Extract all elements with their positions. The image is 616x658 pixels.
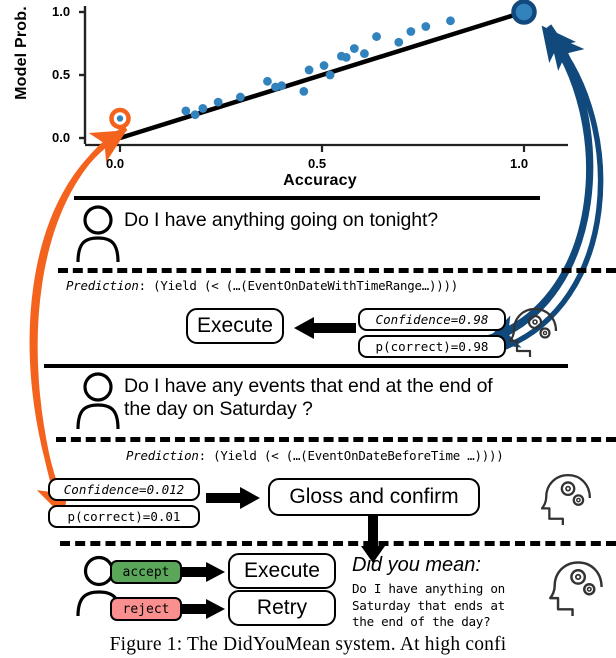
scatter-point — [235, 92, 245, 102]
scatter-point — [213, 97, 223, 107]
y-axis-label: Model Prob. — [13, 6, 30, 100]
scatter-point — [116, 115, 124, 122]
execute-button-confirm[interactable]: Execute — [228, 553, 336, 589]
scatter-point — [304, 65, 314, 75]
reject-pill[interactable]: reject — [110, 597, 182, 621]
figure-didyoumean-system: Model Prob. Accuracy 1.0 0.5 0.0 0.0 0.5… — [0, 0, 616, 658]
scatter-points — [109, 0, 537, 130]
scatter-point — [446, 16, 455, 26]
x-tick-label-0p5: 0.5 — [308, 156, 327, 171]
did-you-mean-line1: Do I have anything on — [352, 581, 505, 596]
confidence-box-low: Confidence=0.012 — [48, 478, 200, 501]
user-utterance-high: Do I have anything going on tonight? — [124, 209, 439, 231]
did-you-mean-line3: the end of the day? — [352, 614, 491, 629]
prediction-low-label: Prediction — [126, 448, 199, 463]
scatter-point — [325, 70, 335, 80]
y-tick-label-0: 0.0 — [52, 130, 71, 145]
x-axis-label: Accuracy — [283, 172, 357, 189]
prediction-high-label: Prediction — [66, 278, 139, 293]
did-you-mean-line2: Saturday that ends at — [352, 597, 505, 613]
panel-high-top-rule — [74, 196, 540, 200]
panel-confirm-dashed-rule — [60, 541, 616, 546]
did-you-mean-title: Did you mean: — [352, 554, 481, 576]
arrow-accept-to-execute — [182, 562, 225, 582]
did-you-mean-body: Do I have anything on Saturday that ends… — [352, 581, 505, 631]
user-avatar-icon-low — [76, 372, 120, 430]
arrow-to-gloss-confirm — [206, 487, 260, 509]
panel-low-dashed-rule — [56, 437, 616, 442]
y-tick-label-0p5: 0.5 — [52, 67, 71, 82]
user-avatar-icon-high — [76, 205, 120, 263]
prediction-low-value: : (Yield (< (…(EventOnDateBeforeTime …))… — [198, 448, 504, 463]
scatter-point — [319, 61, 329, 70]
prediction-high-value: : (Yield (< (…(EventOnDateWithTimeRange…… — [138, 278, 459, 293]
prediction-low: Prediction: (Yield (< (…(EventOnDateBefo… — [126, 448, 504, 463]
accept-pill[interactable]: accept — [110, 560, 182, 584]
scatter-point — [263, 76, 272, 86]
scatter-point — [277, 81, 286, 91]
retry-button-confirm[interactable]: Retry — [228, 590, 336, 626]
y-tick-label-1: 1.0 — [52, 4, 71, 19]
scatter-point — [360, 49, 369, 58]
reference-line-y-equals-x — [119, 9, 525, 141]
scatter-point — [394, 37, 404, 47]
execute-button-high[interactable]: Execute — [186, 308, 284, 344]
scatter-point — [349, 44, 359, 53]
scatter-point — [520, 8, 528, 16]
scatter-point — [406, 27, 416, 36]
calibration-chart: Model Prob. Accuracy 1.0 0.5 0.0 0.0 0.5… — [0, 0, 616, 200]
scatter-point — [299, 86, 309, 96]
scatter-point — [421, 22, 431, 31]
scatter-point — [190, 110, 200, 120]
brain-gears-icon-low — [540, 474, 591, 525]
user-utterance-low-line2: the day on Saturday ? — [124, 398, 313, 420]
panel-high-dashed-rule — [58, 268, 616, 273]
panel-low-top-rule — [44, 364, 568, 368]
scatter-point — [198, 103, 208, 113]
x-tick-label-0: 0.0 — [106, 156, 125, 171]
scatter-point — [341, 52, 351, 62]
pcorrect-box-high: p(correct)=0.98 — [358, 335, 506, 358]
arrow-to-execute-high — [294, 317, 356, 339]
brain-gears-icon-confirm — [549, 561, 603, 616]
arrow-reject-to-retry — [182, 599, 225, 619]
x-tick-label-1: 1.0 — [510, 156, 529, 171]
figure-caption: Figure 1: The DidYouMean system. At high… — [109, 634, 507, 655]
user-utterance-low-line1: Do I have any events that end at the end… — [124, 375, 493, 397]
scatter-point — [181, 106, 191, 116]
gloss-and-confirm-button[interactable]: Gloss and confirm — [268, 478, 480, 516]
pcorrect-box-low: p(correct)=0.01 — [48, 505, 200, 528]
prediction-high: Prediction: (Yield (< (…(EventOnDateWith… — [66, 278, 458, 293]
confidence-box-high: Confidence=0.98 — [358, 308, 506, 331]
scatter-point — [372, 32, 381, 41]
brain-gears-icon-high — [508, 307, 558, 357]
